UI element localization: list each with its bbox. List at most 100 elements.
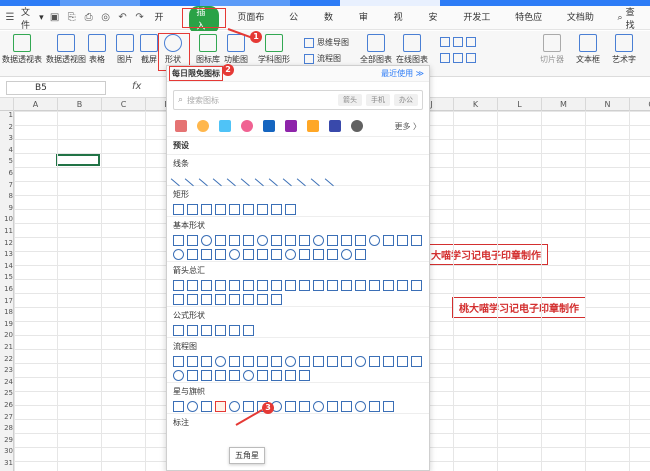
tab-features[interactable]: 特色应用 bbox=[506, 6, 558, 47]
star-shape[interactable] bbox=[369, 401, 380, 412]
row-header[interactable]: 7 bbox=[0, 181, 14, 189]
basic-shape[interactable] bbox=[355, 249, 366, 260]
row-header[interactable]: 17 bbox=[0, 297, 14, 305]
row-header[interactable]: 13 bbox=[0, 250, 14, 258]
save-icon[interactable]: ▣ bbox=[49, 11, 61, 24]
search-tag-phone[interactable]: 手机 bbox=[366, 94, 390, 106]
flowchart-button[interactable]: 流程图 bbox=[304, 53, 341, 64]
trophy-icon[interactable] bbox=[307, 120, 319, 132]
basic-shape[interactable] bbox=[299, 235, 310, 246]
arrow-shape[interactable] bbox=[299, 280, 310, 291]
basic-shape[interactable] bbox=[341, 249, 352, 260]
flowchart-shape[interactable] bbox=[243, 370, 254, 381]
textbox-button[interactable]: 文本框 bbox=[576, 34, 600, 65]
basic-shape[interactable] bbox=[355, 235, 366, 246]
arrow-shape[interactable] bbox=[173, 294, 184, 305]
flowchart-shape[interactable] bbox=[187, 356, 198, 367]
tab-developer[interactable]: 开发工具 bbox=[454, 6, 506, 47]
menu-icon[interactable]: ☰ bbox=[4, 11, 16, 24]
row-header[interactable]: 1 bbox=[0, 111, 14, 119]
selected-cell[interactable] bbox=[56, 154, 100, 166]
export-icon[interactable]: ⎘ bbox=[66, 11, 78, 24]
basic-shape[interactable] bbox=[369, 235, 380, 246]
flowchart-shape[interactable] bbox=[229, 356, 240, 367]
fx-icon[interactable]: fx bbox=[132, 81, 141, 92]
chart-types-row-2[interactable] bbox=[440, 53, 476, 63]
row-header[interactable]: 2 bbox=[0, 123, 14, 131]
tab-view[interactable]: 视图 bbox=[385, 6, 420, 47]
arrow-shape[interactable] bbox=[187, 280, 198, 291]
flowchart-shape[interactable] bbox=[369, 356, 380, 367]
bulb-icon[interactable] bbox=[197, 120, 209, 132]
table-button[interactable]: 表格 bbox=[88, 34, 106, 65]
formula-shape[interactable] bbox=[229, 325, 240, 336]
flowchart-shape[interactable] bbox=[285, 356, 296, 367]
search-tag-office[interactable]: 办公 bbox=[394, 94, 418, 106]
medal-icon[interactable] bbox=[285, 120, 297, 132]
arrow-shape[interactable] bbox=[187, 294, 198, 305]
flowchart-shape[interactable] bbox=[187, 370, 198, 381]
arrow-shape[interactable] bbox=[243, 280, 254, 291]
flowchart-shape[interactable] bbox=[299, 356, 310, 367]
flowchart-shape[interactable] bbox=[201, 356, 212, 367]
row-header[interactable]: 30 bbox=[0, 447, 14, 455]
arrow-shape[interactable] bbox=[411, 280, 422, 291]
formula-shape[interactable] bbox=[201, 325, 212, 336]
flowchart-shape[interactable] bbox=[341, 356, 352, 367]
arrow-shape[interactable] bbox=[229, 280, 240, 291]
star-shape[interactable] bbox=[187, 401, 198, 412]
slicer-button[interactable]: 切片器 bbox=[540, 34, 564, 65]
basic-shape[interactable] bbox=[215, 235, 226, 246]
flowchart-shape[interactable] bbox=[215, 356, 226, 367]
arrow-shape[interactable] bbox=[201, 294, 212, 305]
picture-button[interactable]: 图片 bbox=[116, 34, 134, 65]
star-shape[interactable] bbox=[173, 401, 184, 412]
basic-shape[interactable] bbox=[201, 235, 212, 246]
select-all-corner[interactable] bbox=[0, 98, 14, 111]
flowchart-shape[interactable] bbox=[173, 356, 184, 367]
arrow-shape[interactable] bbox=[369, 280, 380, 291]
basic-shape[interactable] bbox=[383, 235, 394, 246]
screenshot-button[interactable]: 截屏 bbox=[140, 34, 158, 65]
rect-shape[interactable] bbox=[257, 204, 268, 215]
basic-shape[interactable] bbox=[327, 235, 338, 246]
flowchart-shape[interactable] bbox=[243, 356, 254, 367]
column-header[interactable]: N bbox=[586, 98, 630, 111]
rect-shape[interactable] bbox=[187, 204, 198, 215]
arrow-shape[interactable] bbox=[215, 280, 226, 291]
basic-shape[interactable] bbox=[257, 235, 268, 246]
star-shape[interactable] bbox=[355, 401, 366, 412]
row-header[interactable]: 5 bbox=[0, 157, 14, 165]
formula-shape[interactable] bbox=[215, 325, 226, 336]
print-icon[interactable]: ⎙ bbox=[83, 11, 95, 24]
flowchart-shape[interactable] bbox=[355, 356, 366, 367]
person-icon[interactable] bbox=[263, 120, 275, 132]
star-shape[interactable] bbox=[327, 401, 338, 412]
column-header[interactable]: B bbox=[58, 98, 102, 111]
mind-map-button[interactable]: 思维导图 bbox=[304, 37, 349, 48]
arrow-shape[interactable] bbox=[271, 280, 282, 291]
basic-shape[interactable] bbox=[187, 235, 198, 246]
arrow-shape[interactable] bbox=[257, 294, 268, 305]
icon-library-button[interactable]: 图标库 bbox=[196, 34, 220, 65]
basic-shape[interactable] bbox=[187, 249, 198, 260]
flowchart-shape[interactable] bbox=[229, 370, 240, 381]
basic-shape[interactable] bbox=[285, 249, 296, 260]
row-header[interactable]: 10 bbox=[0, 215, 14, 223]
five-point-star-shape[interactable] bbox=[215, 401, 226, 412]
row-header[interactable]: 15 bbox=[0, 273, 14, 281]
flowchart-shape[interactable] bbox=[299, 370, 310, 381]
arrow-shape[interactable] bbox=[341, 280, 352, 291]
row-header[interactable]: 19 bbox=[0, 320, 14, 328]
flowchart-shape[interactable] bbox=[383, 356, 394, 367]
formula-shape[interactable] bbox=[187, 325, 198, 336]
row-header[interactable]: 14 bbox=[0, 262, 14, 270]
row-header[interactable]: 31 bbox=[0, 459, 14, 467]
basic-shape[interactable] bbox=[229, 235, 240, 246]
rect-shape[interactable] bbox=[243, 204, 254, 215]
formula-shape[interactable] bbox=[243, 325, 254, 336]
basic-shape[interactable] bbox=[397, 235, 408, 246]
document-icon[interactable] bbox=[329, 120, 341, 132]
flowchart-shape[interactable] bbox=[271, 356, 282, 367]
flowchart-shape[interactable] bbox=[173, 370, 184, 381]
